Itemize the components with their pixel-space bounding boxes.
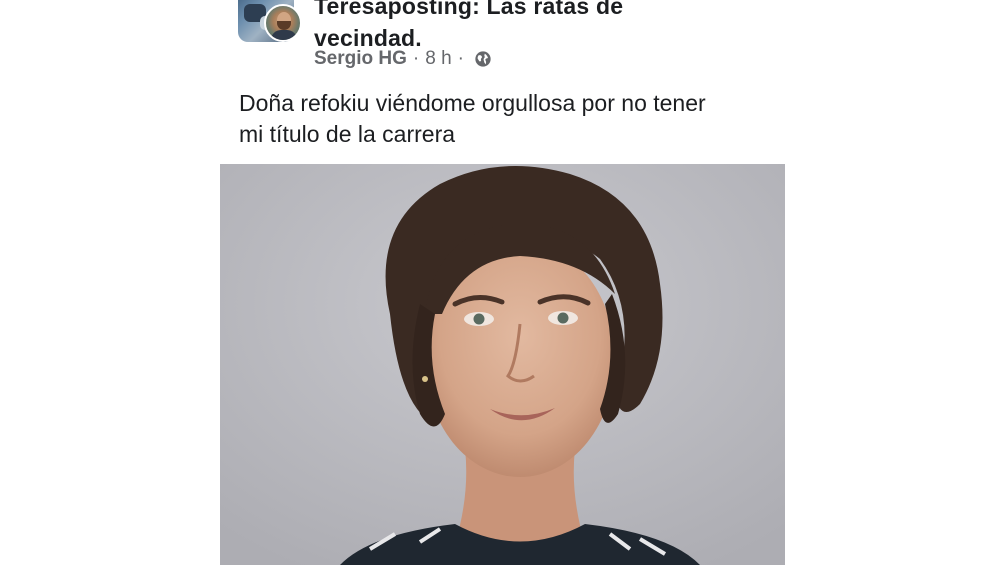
globe-icon[interactable] bbox=[474, 50, 492, 68]
group-title-link[interactable]: Teresaposting: Las ratas de vecindad. bbox=[314, 0, 734, 54]
iris-right bbox=[557, 312, 569, 324]
meta-separator: · bbox=[457, 48, 464, 69]
post-meta: Sergio HG · 8 h · bbox=[314, 47, 492, 71]
post-text-line2: mi título de la carrera bbox=[239, 121, 456, 147]
author-name-link[interactable]: Sergio HG bbox=[314, 48, 407, 70]
iris-left bbox=[473, 313, 485, 325]
post-card: Teresaposting: Las ratas de vecindad. Se… bbox=[0, 0, 1004, 565]
post-text-line1: Doña refokiu viéndome orgullosa por no t… bbox=[239, 90, 706, 116]
meta-separator: · bbox=[412, 48, 420, 69]
earring bbox=[422, 376, 428, 382]
post-timestamp[interactable]: 8 h bbox=[425, 48, 451, 70]
group-title-line1: Teresaposting: Las ratas de bbox=[314, 0, 624, 19]
portrait-photo bbox=[220, 164, 785, 565]
avatar-beard bbox=[277, 21, 291, 30]
avatar-shirt bbox=[271, 30, 297, 40]
post-text: Doña refokiu viéndome orgullosa por no t… bbox=[239, 88, 779, 150]
author-avatar[interactable] bbox=[264, 4, 302, 42]
post-photo[interactable] bbox=[220, 164, 785, 565]
